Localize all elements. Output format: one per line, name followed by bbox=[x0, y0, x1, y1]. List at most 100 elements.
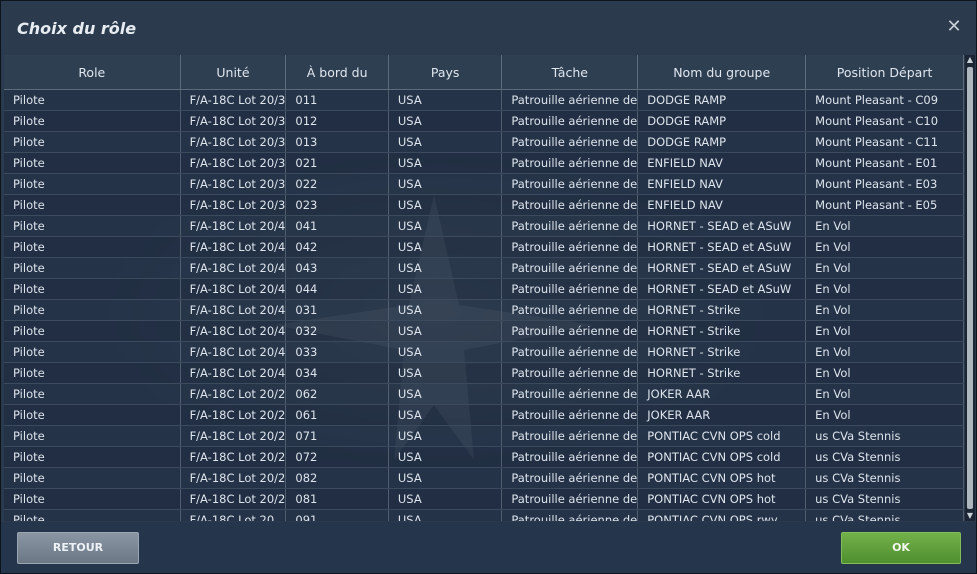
table-cell: En Vol bbox=[805, 383, 964, 405]
table-cell: Pilote bbox=[4, 194, 181, 216]
table-cell: Mount Pleasant - E05 bbox=[805, 194, 964, 216]
table-cell: HORNET - Strike bbox=[637, 341, 807, 363]
table-cell: 061 bbox=[285, 404, 389, 426]
table-cell: USA bbox=[388, 89, 503, 111]
table-cell: us CVa Stennis bbox=[805, 488, 964, 510]
vertical-scrollbar[interactable]: ▲ ▼ bbox=[965, 55, 975, 521]
table-cell: 033 bbox=[285, 341, 389, 363]
table-row[interactable]: Pilote F/A-18C Lot 20/2 082 USA Patrouille a… bbox=[4, 467, 964, 489]
back-button[interactable]: RETOUR bbox=[17, 532, 139, 564]
table-cell: us CVa Stennis bbox=[805, 467, 964, 489]
table-cell: HORNET - SEAD et ASuW bbox=[637, 215, 807, 237]
roles-table-container: Role Unité À bord du Pays Tâche Nom du groupe… bbox=[4, 55, 964, 521]
table-cell: Patrouille aérienne de bbox=[501, 299, 639, 321]
table-cell: F/A-18C Lot 20/4 bbox=[180, 278, 287, 300]
table-cell: 023 bbox=[285, 194, 389, 216]
column-header[interactable]: Unité bbox=[180, 55, 287, 90]
table-cell: F/A-18C Lot 20/4 bbox=[180, 215, 287, 237]
close-icon[interactable]: ✕ bbox=[946, 18, 962, 36]
table-row[interactable]: Pilote F/A-18C Lot 20/4 034 USA Patrouille a… bbox=[4, 362, 964, 384]
table-row[interactable]: Pilote F/A-18C Lot 20/4 042 USA Patrouille a… bbox=[4, 236, 964, 258]
table-cell: USA bbox=[388, 383, 503, 405]
table-cell: PONTIAC CVN OPS hot bbox=[637, 467, 807, 489]
table-cell: F/A-18C Lot 20/2 bbox=[180, 383, 287, 405]
table-row[interactable]: Pilote F/A-18C Lot 20 091 USA Patrouille aér… bbox=[4, 509, 964, 521]
table-cell: HORNET - SEAD et ASuW bbox=[637, 278, 807, 300]
table-row[interactable]: Pilote F/A-18C Lot 20/4 033 USA Patrouille a… bbox=[4, 341, 964, 363]
table-row[interactable]: Pilote F/A-18C Lot 20/2 062 USA Patrouille a… bbox=[4, 383, 964, 405]
table-cell: F/A-18C Lot 20/4 bbox=[180, 299, 287, 321]
chevron-down-icon[interactable]: ▼ bbox=[965, 511, 975, 521]
table-cell: 032 bbox=[285, 320, 389, 342]
table-row[interactable]: Pilote F/A-18C Lot 20/4 041 USA Patrouille a… bbox=[4, 215, 964, 237]
table-cell: 091 bbox=[285, 509, 389, 521]
table-cell: Pilote bbox=[4, 488, 181, 510]
table-cell: ENFIELD NAV bbox=[637, 194, 807, 216]
column-header[interactable]: Role bbox=[4, 55, 181, 90]
table-row[interactable]: Pilote F/A-18C Lot 20/3 023 USA Patrouille a… bbox=[4, 194, 964, 216]
table-cell: F/A-18C Lot 20/2 bbox=[180, 425, 287, 447]
table-row[interactable]: Pilote F/A-18C Lot 20/4 031 USA Patrouille a… bbox=[4, 299, 964, 321]
table-cell: USA bbox=[388, 236, 503, 258]
table-cell: 081 bbox=[285, 488, 389, 510]
table-cell: JOKER AAR bbox=[637, 404, 807, 426]
table-cell: USA bbox=[388, 425, 503, 447]
table-cell: Patrouille aérienne de bbox=[501, 320, 639, 342]
table-cell: Pilote bbox=[4, 236, 181, 258]
table-cell: PONTIAC CVN OPS hot bbox=[637, 488, 807, 510]
table-cell: ENFIELD NAV bbox=[637, 152, 807, 174]
table-cell: F/A-18C Lot 20/4 bbox=[180, 257, 287, 279]
table-cell: En Vol bbox=[805, 278, 964, 300]
table-cell: USA bbox=[388, 194, 503, 216]
table-cell: Patrouille aérienne de bbox=[501, 110, 639, 132]
table-cell: ENFIELD NAV bbox=[637, 173, 807, 195]
table-cell: Patrouille aérienne de bbox=[501, 383, 639, 405]
table-row[interactable]: Pilote F/A-18C Lot 20/3 022 USA Patrouille a… bbox=[4, 173, 964, 195]
column-header[interactable]: Position Départ bbox=[805, 55, 964, 90]
table-cell: USA bbox=[388, 362, 503, 384]
column-header[interactable]: À bord du bbox=[285, 55, 389, 90]
column-header[interactable]: Nom du groupe bbox=[637, 55, 807, 90]
column-header[interactable]: Tâche bbox=[501, 55, 639, 90]
table-cell: Pilote bbox=[4, 215, 181, 237]
table-cell: Pilote bbox=[4, 362, 181, 384]
table-row[interactable]: Pilote F/A-18C Lot 20/2 081 USA Patrouille a… bbox=[4, 488, 964, 510]
table-cell: Pilote bbox=[4, 131, 181, 153]
table-cell: USA bbox=[388, 110, 503, 132]
table-row[interactable]: Pilote F/A-18C Lot 20/3 012 USA Patrouille a… bbox=[4, 110, 964, 132]
table-cell: Patrouille aérienne de bbox=[501, 509, 639, 521]
role-selection-dialog: Choix du rôle ✕ Role Unité À bord du Pays Tâ… bbox=[0, 0, 977, 574]
table-row[interactable]: Pilote F/A-18C Lot 20/4 044 USA Patrouille a… bbox=[4, 278, 964, 300]
table-row[interactable]: Pilote F/A-18C Lot 20/4 032 USA Patrouille a… bbox=[4, 320, 964, 342]
table-row[interactable]: Pilote F/A-18C Lot 20/2 061 USA Patrouille a… bbox=[4, 404, 964, 426]
table-cell: 043 bbox=[285, 257, 389, 279]
table-cell: 042 bbox=[285, 236, 389, 258]
scrollbar-thumb[interactable] bbox=[967, 67, 973, 509]
ok-button[interactable]: OK bbox=[841, 532, 961, 564]
table-cell: F/A-18C Lot 20/2 bbox=[180, 467, 287, 489]
table-cell: 071 bbox=[285, 425, 389, 447]
table-cell: En Vol bbox=[805, 404, 964, 426]
table-cell: 041 bbox=[285, 215, 389, 237]
table-cell: F/A-18C Lot 20/3 bbox=[180, 173, 287, 195]
dialog-title: Choix du rôle bbox=[17, 19, 137, 38]
column-header[interactable]: Pays bbox=[388, 55, 503, 90]
table-cell: En Vol bbox=[805, 215, 964, 237]
chevron-up-icon[interactable]: ▲ bbox=[965, 55, 975, 65]
table-cell: F/A-18C Lot 20/3 bbox=[180, 194, 287, 216]
table-cell: En Vol bbox=[805, 236, 964, 258]
table-cell: Patrouille aérienne de bbox=[501, 257, 639, 279]
table-cell: Pilote bbox=[4, 299, 181, 321]
table-cell: JOKER AAR bbox=[637, 383, 807, 405]
table-cell: Patrouille aérienne de bbox=[501, 278, 639, 300]
table-cell: 082 bbox=[285, 467, 389, 489]
table-row[interactable]: Pilote F/A-18C Lot 20/4 043 USA Patrouille a… bbox=[4, 257, 964, 279]
table-row[interactable]: Pilote F/A-18C Lot 20/3 021 USA Patrouille a… bbox=[4, 152, 964, 174]
table-cell: USA bbox=[388, 215, 503, 237]
table-row[interactable]: Pilote F/A-18C Lot 20/3 013 USA Patrouille a… bbox=[4, 131, 964, 153]
table-cell: Patrouille aérienne de bbox=[501, 89, 639, 111]
table-row[interactable]: Pilote F/A-18C Lot 20/2 071 USA Patrouille a… bbox=[4, 425, 964, 447]
table-row[interactable]: Pilote F/A-18C Lot 20/2 072 USA Patrouille a… bbox=[4, 446, 964, 468]
table-row[interactable]: Pilote F/A-18C Lot 20/3 011 USA Patrouille a… bbox=[4, 89, 964, 111]
table-cell: us CVa Stennis bbox=[805, 446, 964, 468]
